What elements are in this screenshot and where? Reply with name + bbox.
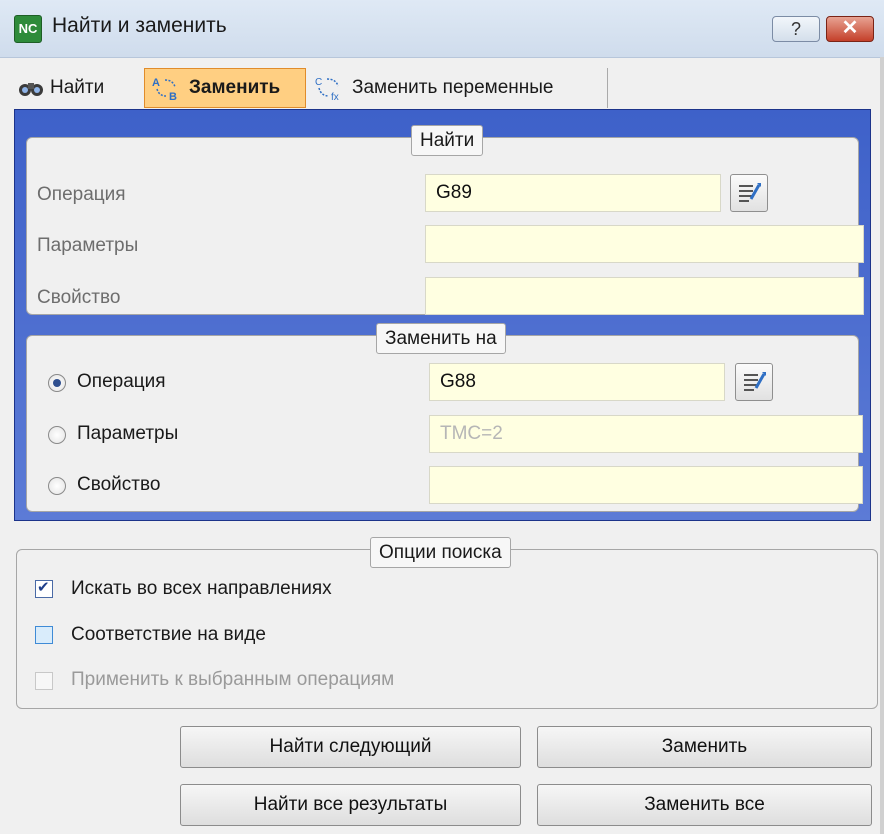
find-operation-input[interactable]: G89 (425, 174, 721, 212)
help-button[interactable]: ? (772, 16, 820, 42)
find-group-title: Найти (411, 125, 484, 156)
replace-with-group: Заменить на Операция G88 Параметры TMC=2… (26, 323, 863, 512)
svg-text:C: C (315, 77, 322, 88)
find-property-input[interactable] (425, 277, 864, 315)
apply-to-selected-label: Применить к выбранным операциям (71, 669, 395, 690)
find-property-label: Свойство (37, 287, 121, 308)
replace-property-radio[interactable] (48, 477, 66, 495)
replace-operation-picker-button[interactable] (735, 363, 773, 401)
binoculars-icon (19, 83, 43, 96)
replace-parameters-label: Параметры (77, 423, 179, 444)
replace-tab-panel: Найти Операция G89 Параметры Свойство За… (14, 109, 871, 521)
tab-find-label: Найти (50, 77, 105, 98)
replace-property-label: Свойство (77, 474, 161, 495)
svg-text:A: A (152, 77, 160, 89)
find-group: Найти Операция G89 Параметры Свойство (26, 125, 864, 315)
apply-to-selected-checkbox[interactable] (35, 672, 53, 690)
tab-replace[interactable]: A B Заменить (144, 68, 306, 108)
replace-property-input[interactable] (429, 466, 863, 504)
tab-replace-label: Заменить (189, 77, 281, 98)
replace-with-group-title: Заменить на (376, 323, 506, 354)
window-title: Найти и заменить (52, 14, 227, 37)
replace-operation-radio[interactable] (48, 374, 66, 392)
tab-replace-variables-label: Заменить переменные (352, 77, 554, 98)
search-all-directions-label[interactable]: Искать во всех направлениях (71, 578, 332, 600)
find-all-button[interactable]: Найти все результаты (180, 784, 521, 826)
list-picker-icon (739, 183, 761, 202)
find-replace-dialog: NC Найти и заменить ? ✕ Найти A B Замени… (0, 0, 884, 834)
title-bar: NC Найти и заменить ? ✕ (0, 0, 884, 58)
replace-ab-icon: A B (152, 77, 177, 102)
replace-operation-label: Операция (77, 371, 166, 392)
find-next-button[interactable]: Найти следующий (180, 726, 521, 768)
tab-strip: Найти A B Заменить C fx Заменить перемен… (12, 68, 872, 110)
match-on-view-checkbox[interactable] (35, 626, 53, 644)
tab-replace-variables[interactable]: C fx Заменить переменные (308, 68, 608, 108)
replace-parameters-radio[interactable] (48, 426, 66, 444)
find-parameters-label: Параметры (37, 235, 139, 256)
find-operation-label: Операция (37, 184, 126, 205)
close-button[interactable]: ✕ (826, 16, 874, 42)
match-on-view-label[interactable]: Соответствие на виде (71, 624, 266, 646)
window-right-edge (880, 57, 884, 834)
svg-text:B: B (169, 91, 177, 102)
find-replace-app-icon: NC (14, 15, 42, 43)
search-options-group: Опции поиска Искать во всех направлениях… (16, 537, 878, 709)
replace-button[interactable]: Заменить (537, 726, 872, 768)
find-operation-picker-button[interactable] (730, 174, 768, 212)
search-options-title: Опции поиска (370, 537, 511, 568)
list-picker-icon (744, 372, 766, 391)
replace-parameters-input[interactable]: TMC=2 (429, 415, 863, 453)
replace-all-button[interactable]: Заменить все (537, 784, 872, 826)
svg-text:fx: fx (331, 92, 339, 102)
replace-variables-icon: C fx (315, 77, 339, 102)
tab-find[interactable]: Найти (12, 68, 142, 108)
find-parameters-input[interactable] (425, 225, 864, 263)
replace-operation-input[interactable]: G88 (429, 363, 725, 401)
search-all-directions-checkbox[interactable] (35, 578, 53, 598)
